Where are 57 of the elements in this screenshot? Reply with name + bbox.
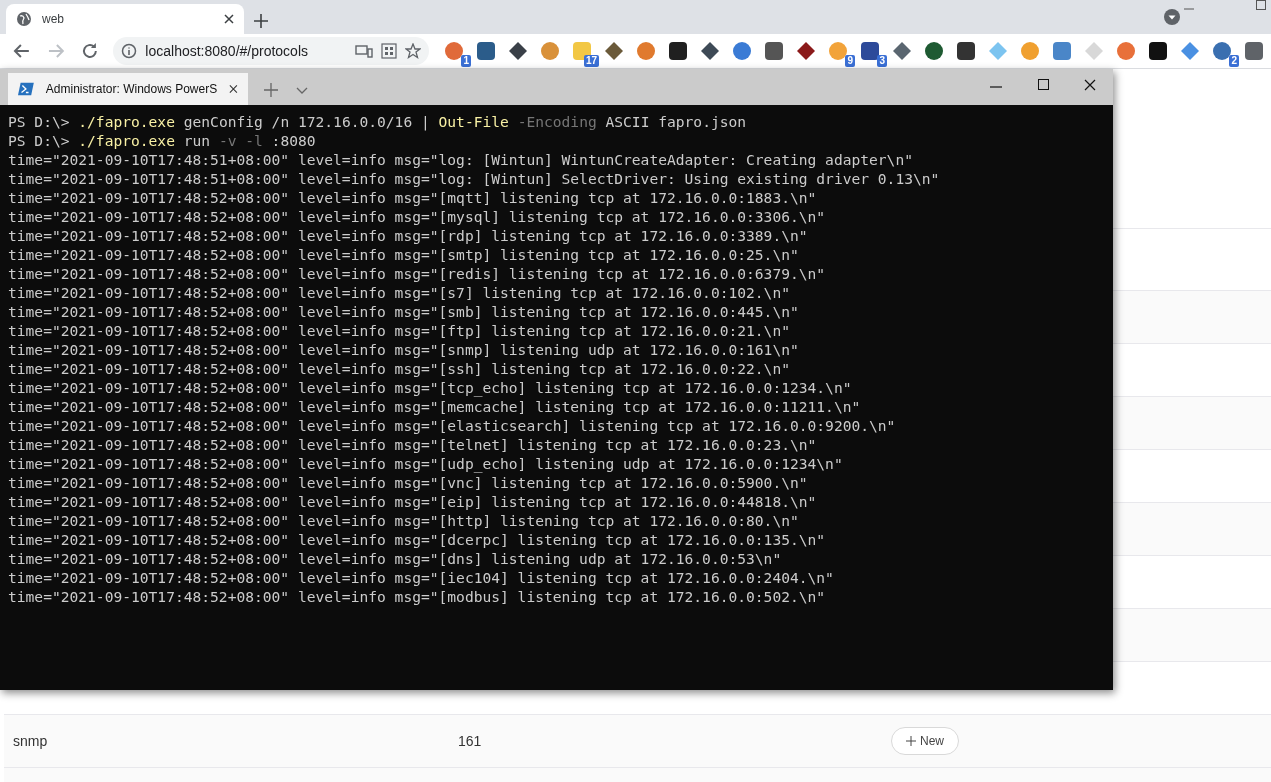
protocol-name: snmp	[12, 733, 49, 749]
log-line: time="2021-09-10T17:48:52+08:00" level=info msg="[udp_echo] listening udp at 172.16.0.0:1234\n"	[8, 454, 844, 473]
log-line: time="2021-09-10T17:48:52+08:00" level=info msg="[mqtt] listening tcp at 172.16.0.0:1883.\n"	[8, 188, 818, 207]
extension-badge: 9	[845, 54, 855, 67]
log-line: time="2021-09-10T17:48:52+08:00" level=info msg="[smtp] listening tcp at 172.16.0.0:25.\n"	[8, 245, 800, 264]
log-line: time="2021-09-10T17:48:52+08:00" level=info msg="[http] listening tcp at 172.16.0.0:80.\n"	[8, 511, 800, 530]
log-line: time="2021-09-10T17:48:52+08:00" level=info msg="[redis] listening tcp at 172.16.0.0:6379.\n"	[8, 264, 827, 283]
log-line: time="2021-09-10T17:48:52+08:00" level=info msg="[tcp_echo] listening tcp at 172.16.0.0:1234.\n"	[8, 378, 853, 397]
terminal-tab[interactable]: Administrator: Windows PowerS	[8, 73, 248, 105]
maximize-icon[interactable]	[1256, 0, 1266, 10]
log-line: time="2021-09-10T17:48:52+08:00" level=info msg="[modbus] listening tcp at 172.16.0.0:502.\n"	[8, 587, 827, 606]
extension-button[interactable]: 9	[827, 39, 855, 67]
log-line: time="2021-09-10T17:48:52+08:00" level=info msg="[ftp] listening tcp at 172.16.0.0:21.\n"	[8, 321, 791, 340]
extension-button[interactable]: 3	[859, 39, 887, 67]
dropdown-icon[interactable]	[296, 87, 308, 95]
log-line: time="2021-09-10T17:48:52+08:00" level=info msg="[elasticsearch] listening tcp at 172.16.0.0:9200.\n"	[8, 416, 897, 435]
new-button[interactable]: New	[891, 727, 959, 755]
log-line: time="2021-09-10T17:48:52+08:00" level=info msg="[snmp] listening udp at 172.16.0.0:161\n"	[8, 340, 800, 359]
info-icon	[121, 43, 138, 59]
port-number: 161	[457, 733, 483, 749]
extension-button[interactable]: 1	[443, 39, 471, 67]
close-icon[interactable]	[1084, 79, 1096, 91]
log-line: time="2021-09-10T17:48:52+08:00" level=info msg="[telnet] listening tcp at 172.16.0.0:23.\n"	[8, 435, 818, 454]
log-line: time="2021-09-10T17:48:52+08:00" level=info msg="[smb] listening tcp at 172.16.0.0:445.\n"	[8, 302, 800, 321]
log-line: time="2021-09-10T17:48:52+08:00" level=info msg="[memcache] listening tcp at 172.16.0.0:11211.\n"	[8, 397, 862, 416]
tab-search-icon[interactable]	[1164, 9, 1180, 25]
log-line: time="2021-09-10T17:48:52+08:00" level=info msg="[iec104] listening tcp at 172.16.0.0:2404.\n"	[8, 568, 835, 587]
close-icon[interactable]	[229, 84, 238, 94]
log-line: time="2021-09-10T17:48:52+08:00" level=info msg="[s7] listening tcp at 172.16.0.0:102.\n"	[8, 283, 791, 302]
star-icon[interactable]	[405, 43, 421, 59]
globe-icon	[16, 11, 32, 27]
log-line: time="2021-09-10T17:48:52+08:00" level=info msg="[ssh] listening tcp at 172.16.0.0:22.\n"	[8, 359, 791, 378]
maximize-icon[interactable]	[1038, 79, 1049, 90]
log-line: time="2021-09-10T17:48:52+08:00" level=info msg="[dns] listening udp at 172.16.0.0:53\n"	[8, 549, 783, 568]
close-icon[interactable]	[224, 14, 234, 24]
log-line: time="2021-09-10T17:48:52+08:00" level=info msg="[eip] listening tcp at 172.16.0.0:44818.\n"	[8, 492, 818, 511]
address-bar[interactable]: localhost:8080/#/protocols	[113, 37, 429, 65]
log-line: time="2021-09-10T17:48:52+08:00" level=info msg="[dcerpc] listening tcp at 172.16.0.0:135.\n"	[8, 530, 827, 549]
log-line: time="2021-09-10T17:48:51+08:00" level=info msg="log: [Wintun] WintunCreateAdapter: Creating adapter\n"	[8, 150, 914, 169]
new-tab-icon[interactable]	[254, 14, 268, 28]
extension-badge: 2	[1229, 54, 1239, 67]
extension-button[interactable]: 2	[1211, 39, 1239, 67]
new-tab-icon[interactable]	[264, 83, 278, 97]
extension-button[interactable]: 17	[571, 39, 599, 67]
plus-icon	[906, 736, 916, 746]
qr-code-icon[interactable]	[381, 43, 397, 59]
log-line: time="2021-09-10T17:48:52+08:00" level=info msg="[rdp] listening tcp at 172.16.0.0:3389.\n"	[8, 226, 809, 245]
log-line: time="2021-09-10T17:48:52+08:00" level=info msg="[mysql] listening tcp at 172.16.0.0:3306.\n"	[8, 207, 827, 226]
log-line: time="2021-09-10T17:48:52+08:00" level=info msg="[vnc] listening tcp at 172.16.0.0:5900.\n"	[8, 473, 809, 492]
command-line: PS D:\> ./fapro.exe run -v -l :8080	[8, 131, 317, 150]
extension-badge: 1	[461, 54, 471, 67]
devices-icon[interactable]	[355, 44, 373, 58]
powershell-icon	[18, 82, 34, 96]
browser-tab[interactable]: web	[6, 4, 244, 34]
extension-badge: 3	[877, 54, 887, 67]
command-line: PS D:\> ./fapro.exe genConfig /n 172.16.0.0/16 | Out-File -Encoding ASCII fapro.json	[8, 112, 748, 131]
log-line: time="2021-09-10T17:48:51+08:00" level=info msg="log: [Wintun] SelectDriver: Using existing driver 0.13\n"	[8, 169, 941, 188]
